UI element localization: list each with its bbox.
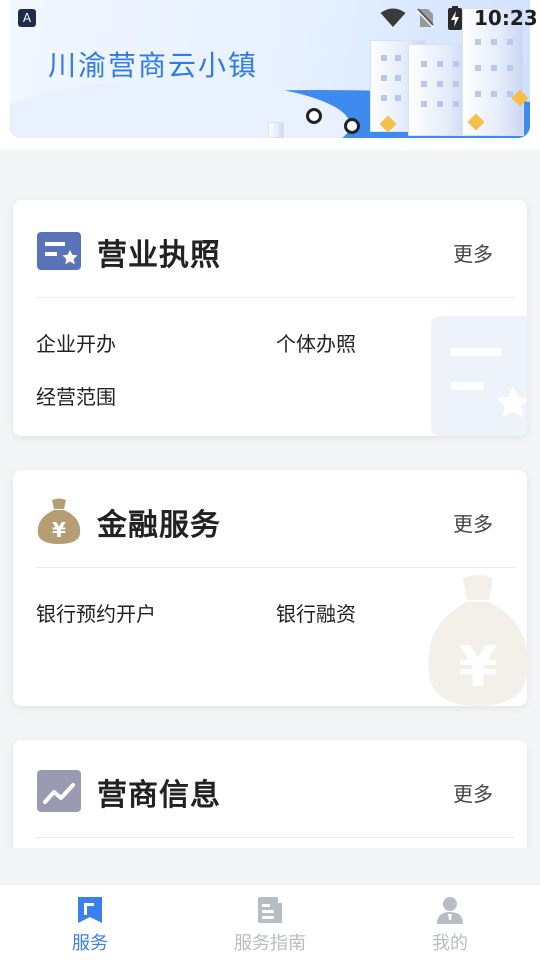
trend-chart-icon — [37, 770, 81, 812]
tab-mine[interactable]: 我的 — [360, 885, 540, 960]
service-item-business-scope[interactable]: 经营范围 — [36, 381, 116, 410]
money-bag-watermark-icon: ¥ — [428, 575, 527, 706]
svg-text:¥: ¥ — [459, 635, 498, 700]
bookmark-icon — [78, 897, 102, 923]
wifi-icon — [380, 8, 406, 27]
building-illustration — [268, 122, 284, 138]
card-title: 营业执照 — [97, 238, 221, 273]
panda-icon — [306, 108, 322, 124]
service-item-bank-financing[interactable]: 银行融资 — [276, 598, 356, 627]
money-bag-icon: ¥ — [37, 498, 81, 544]
tab-label: 服务 — [72, 933, 108, 954]
app-screen: 川渝营商云小镇 A 10:23 营业执照 更多 企业开办 个体办照 经营范围 ¥… — [0, 0, 540, 960]
app-notification-icon: A — [18, 9, 36, 27]
service-item-individual-license[interactable]: 个体办照 — [276, 328, 356, 357]
user-icon — [437, 897, 463, 924]
divider — [36, 567, 515, 568]
content-bottom-gap — [0, 848, 540, 884]
battery-charging-icon — [448, 6, 462, 30]
banner-wave-light — [10, 80, 350, 138]
panda-icon — [344, 118, 360, 134]
tab-label: 我的 — [432, 933, 468, 954]
license-more-link[interactable]: 更多 — [453, 238, 493, 267]
finance-card: ¥ ¥ 金融服务 更多 银行预约开户 银行融资 — [13, 470, 527, 706]
tab-service-guide[interactable]: 服务指南 — [180, 885, 360, 960]
banner-title: 川渝营商云小镇 — [48, 49, 259, 82]
service-item-bank-account[interactable]: 银行预约开户 — [36, 598, 156, 627]
tab-label: 服务指南 — [234, 933, 306, 954]
tab-service[interactable]: 服务 — [0, 885, 180, 960]
license-watermark-icon — [431, 316, 527, 436]
license-icon — [37, 232, 81, 270]
header-area: 川渝营商云小镇 A 10:23 — [0, 0, 540, 150]
status-time: 10:23 — [474, 6, 538, 30]
svg-text:¥: ¥ — [52, 518, 66, 542]
business-info-more-link[interactable]: 更多 — [453, 778, 493, 807]
status-bar: A 10:23 — [0, 0, 540, 36]
bottom-tab-bar: 服务 服务指南 我的 — [0, 884, 540, 960]
divider — [36, 297, 515, 298]
finance-more-link[interactable]: 更多 — [453, 508, 493, 537]
license-card: 营业执照 更多 企业开办 个体办照 经营范围 — [13, 200, 527, 436]
divider — [36, 837, 515, 838]
service-item-enterprise-setup[interactable]: 企业开办 — [36, 328, 116, 357]
card-title: 金融服务 — [97, 508, 221, 543]
document-icon — [258, 897, 282, 923]
card-title: 营商信息 — [97, 778, 221, 813]
no-sim-icon — [416, 8, 434, 28]
